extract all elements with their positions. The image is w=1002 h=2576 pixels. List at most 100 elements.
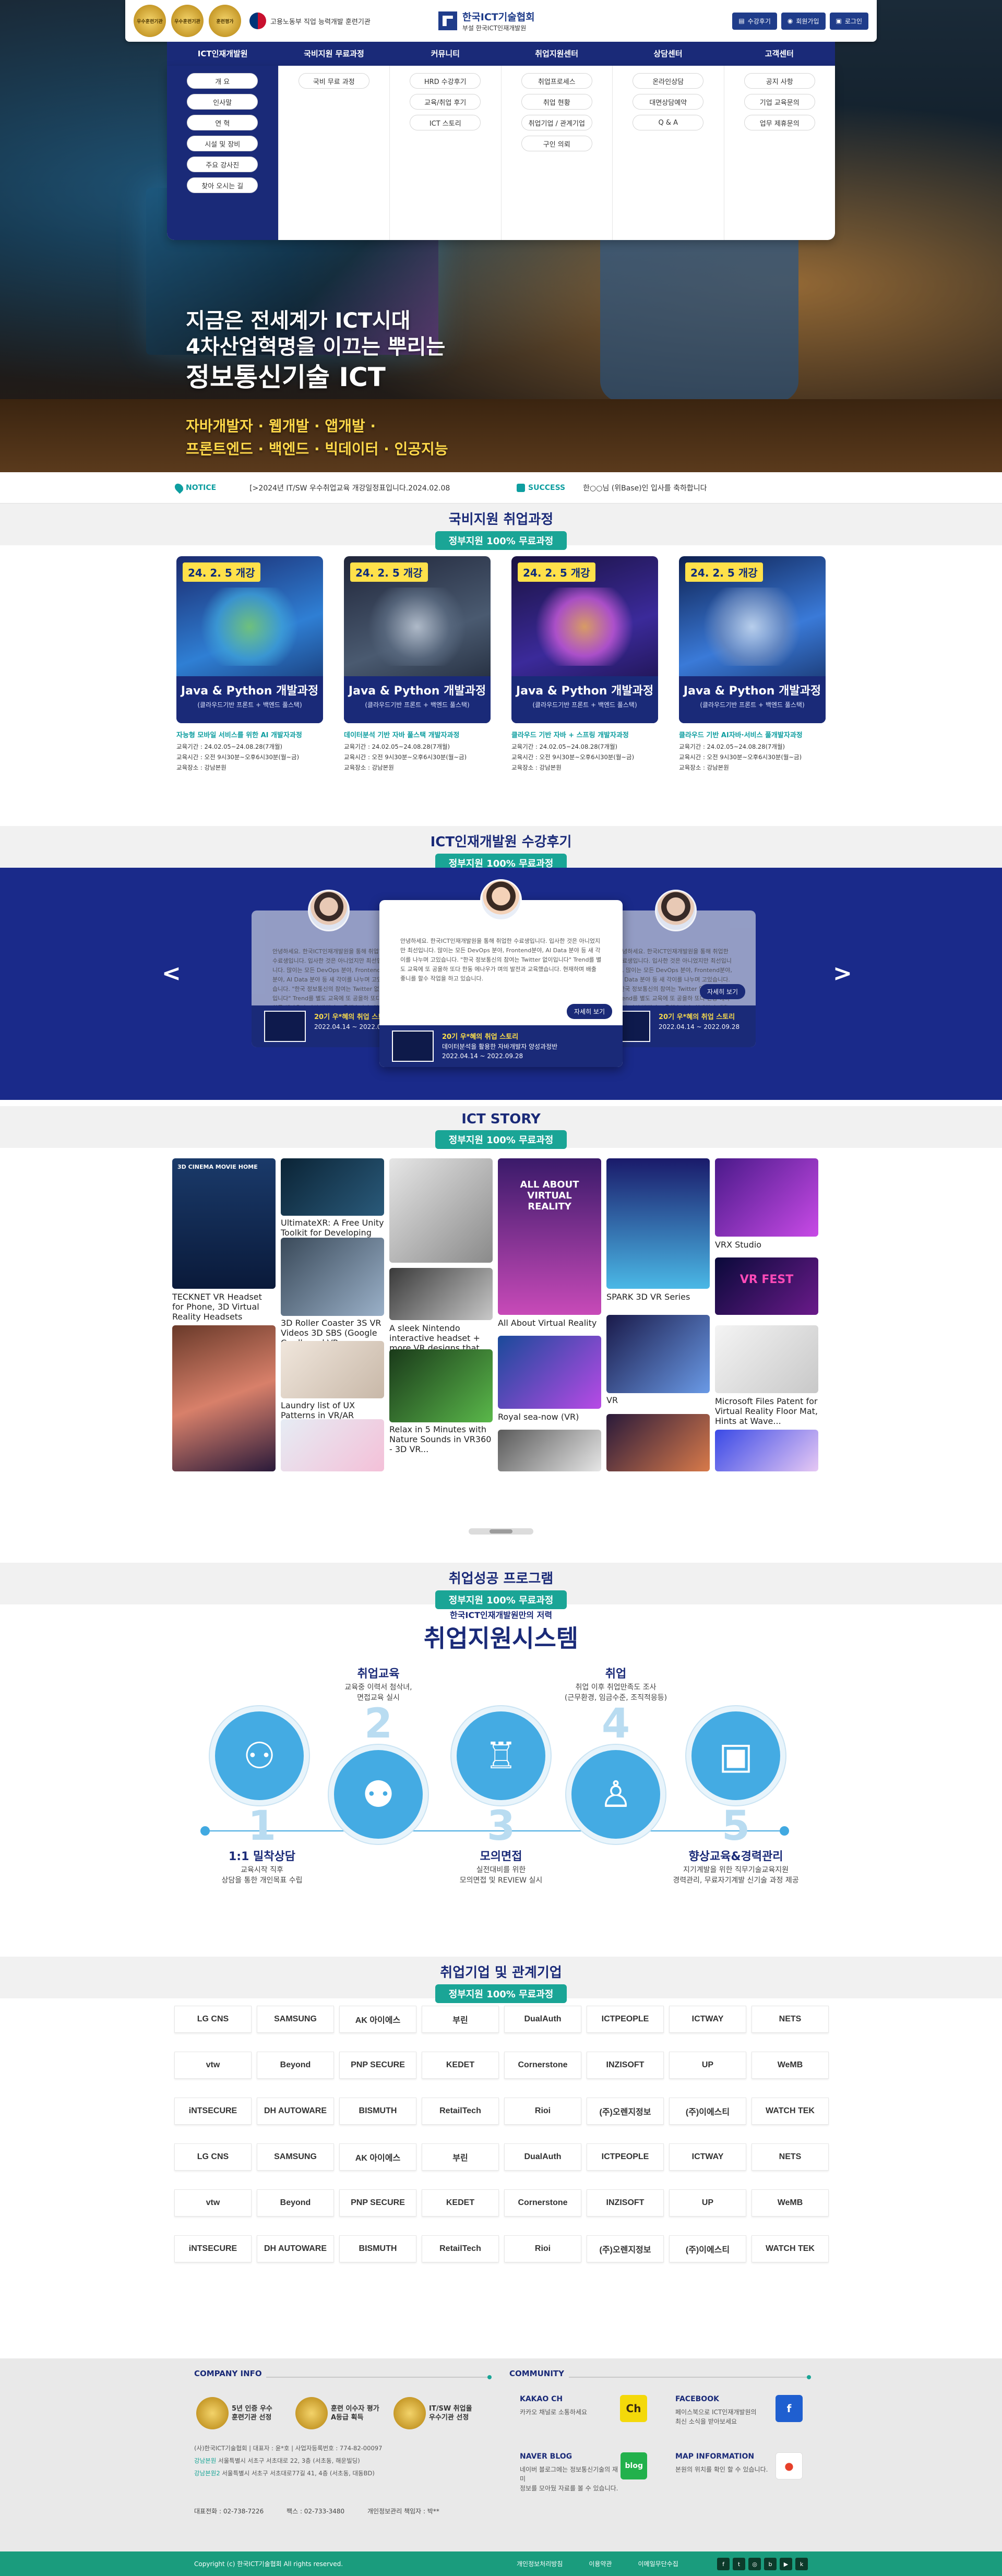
partner-logo[interactable]: PNP SECURE: [339, 2052, 416, 2079]
next-arrow-icon[interactable]: >: [833, 960, 852, 987]
success-block[interactable]: SUCCESS 한○○님 (위Base)인 입사를 축하합니다: [517, 483, 707, 493]
menu-item[interactable]: 국비 무료 과정: [298, 73, 369, 89]
review-button[interactable]: ▤ 수강후기: [732, 12, 777, 30]
story-tile[interactable]: [281, 1158, 384, 1216]
story-tile[interactable]: VR FEST: [715, 1257, 818, 1315]
partner-logo[interactable]: ICTPEOPLE: [587, 2143, 664, 2171]
story-tile[interactable]: [389, 1158, 493, 1263]
menu-item[interactable]: 연 혁: [187, 115, 258, 130]
partner-logo[interactable]: (주)이에스티: [669, 2235, 746, 2262]
kakao-channel[interactable]: KAKAO CH 카카오 채널로 소통하세요 Ch: [520, 2395, 647, 2422]
story-tile[interactable]: [389, 1349, 493, 1422]
course-title[interactable]: 데이터분석 기반 자바 풀스택 개발자과정: [344, 729, 491, 739]
menu-item[interactable]: 기업 교육문의: [744, 94, 815, 110]
partner-logo[interactable]: Beyond: [257, 2189, 334, 2216]
site-logo[interactable]: 한국ICT기술협회 부설 한국ICT인재개발원: [438, 9, 535, 32]
partner-logo[interactable]: LG CNS: [174, 2006, 252, 2033]
story-tile[interactable]: ALL ABOUT VIRTUAL REALITY: [498, 1158, 601, 1315]
menu-item[interactable]: 온라인상담: [633, 73, 704, 89]
menu-item[interactable]: 대면상담예약: [633, 94, 704, 110]
story-tile[interactable]: [281, 1238, 384, 1316]
partner-logo[interactable]: Rioi: [504, 2235, 581, 2262]
partner-logo[interactable]: INZISOFT: [587, 2189, 664, 2216]
story-tile[interactable]: [498, 1336, 601, 1409]
menu-item[interactable]: 취업 현황: [521, 94, 592, 110]
story-scrollbar[interactable]: [469, 1528, 533, 1535]
partner-logo[interactable]: ICTPEOPLE: [587, 2006, 664, 2033]
success-text[interactable]: 한○○님 (위Base)인 입사를 축하합니다: [583, 483, 707, 493]
partner-logo[interactable]: vtw: [174, 2189, 252, 2216]
story-tile[interactable]: [606, 1414, 710, 1471]
menu-item[interactable]: HRD 수강후기: [410, 73, 481, 89]
partner-logo[interactable]: (주)오렌지정보: [587, 2235, 664, 2262]
partner-logo[interactable]: KEDET: [422, 2189, 499, 2216]
nav-customer[interactable]: 고객센터: [724, 42, 835, 66]
instagram-icon[interactable]: ◎: [748, 2558, 761, 2570]
review-card-active[interactable]: 안녕하세요. 한국ICT인재개발원을 통해 취업한 수료생입니다. 입사한 것은…: [379, 879, 623, 1067]
terms-link[interactable]: 이용약관: [589, 2559, 612, 2568]
course-card[interactable]: 24. 2. 5 개강 Java & Python 개발과정 (클라우드기반 프론…: [176, 556, 323, 773]
story-tile[interactable]: [715, 1430, 818, 1471]
menu-item[interactable]: 공지 사항: [744, 73, 815, 89]
menu-item[interactable]: 개 요: [187, 73, 258, 89]
partner-logo[interactable]: ICTWAY: [669, 2143, 746, 2171]
partner-logo[interactable]: RetailTech: [422, 2098, 499, 2125]
partner-logo[interactable]: NETS: [752, 2143, 829, 2171]
partner-logo[interactable]: UP: [669, 2189, 746, 2216]
youtube-icon[interactable]: ▶: [780, 2558, 792, 2570]
partner-logo[interactable]: vtw: [174, 2052, 252, 2079]
partner-logo[interactable]: AK 아이에스: [339, 2143, 416, 2171]
partner-logo[interactable]: SAMSUNG: [257, 2143, 334, 2171]
story-tile[interactable]: [715, 1325, 818, 1393]
partner-logo[interactable]: DualAuth: [504, 2143, 581, 2171]
partner-logo[interactable]: DH AUTOWARE: [257, 2235, 334, 2262]
partner-logo[interactable]: 부린: [422, 2143, 499, 2171]
story-tile[interactable]: [606, 1315, 710, 1393]
partner-logo[interactable]: iNTSECURE: [174, 2098, 252, 2125]
partner-logo[interactable]: PNP SECURE: [339, 2189, 416, 2216]
partner-logo[interactable]: Cornerstone: [504, 2189, 581, 2216]
course-card[interactable]: 24. 2. 5 개강 Java & Python 개발과정 (클라우드기반 프론…: [511, 556, 658, 773]
course-thumbnail[interactable]: 24. 2. 5 개강 Java & Python 개발과정 (클라우드기반 프론…: [344, 556, 491, 723]
partner-logo[interactable]: ICTWAY: [669, 2006, 746, 2033]
twitter-icon[interactable]: t: [733, 2558, 745, 2570]
partner-logo[interactable]: WATCH TEK: [752, 2235, 829, 2262]
course-card[interactable]: 24. 2. 5 개강 Java & Python 개발과정 (클라우드기반 프론…: [344, 556, 491, 773]
partner-logo[interactable]: BISMUTH: [339, 2235, 416, 2262]
menu-item[interactable]: 인사말: [187, 94, 258, 110]
menu-item[interactable]: 구인 의뢰: [521, 136, 592, 151]
menu-item[interactable]: Q & A: [633, 115, 704, 130]
course-thumbnail[interactable]: 24. 2. 5 개강 Java & Python 개발과정 (클라우드기반 프론…: [176, 556, 323, 723]
menu-item[interactable]: 주요 강사진: [187, 157, 258, 172]
kakao-icon[interactable]: k: [795, 2558, 808, 2570]
course-thumbnail[interactable]: 24. 2. 5 개강 Java & Python 개발과정 (클라우드기반 프론…: [679, 556, 826, 723]
menu-item[interactable]: 교육/취업 후기: [410, 94, 481, 110]
partner-logo[interactable]: DualAuth: [504, 2006, 581, 2033]
partner-logo[interactable]: SAMSUNG: [257, 2006, 334, 2033]
story-tile[interactable]: [281, 1341, 384, 1398]
partner-logo[interactable]: (주)오렌지정보: [587, 2098, 664, 2125]
partner-logo[interactable]: BISMUTH: [339, 2098, 416, 2125]
nav-consult[interactable]: 상담센터: [612, 42, 723, 66]
notice-block[interactable]: NOTICE [>2024년 IT/SW 우수취업교육 개강일정표입니다.202…: [173, 482, 450, 494]
menu-item[interactable]: 업무 제휴문의: [744, 115, 815, 130]
partner-logo[interactable]: DH AUTOWARE: [257, 2098, 334, 2125]
facebook-icon[interactable]: f: [717, 2558, 730, 2570]
partner-logo[interactable]: 부린: [422, 2006, 499, 2033]
notice-text[interactable]: [>2024년 IT/SW 우수취업교육 개강일정표입니다.2024.02.08: [249, 483, 450, 493]
course-title[interactable]: 자능형 모바일 서비스를 위한 AI 개발자과정: [176, 729, 323, 739]
menu-item[interactable]: 시설 및 장비: [187, 136, 258, 151]
menu-item[interactable]: ICT 스토리: [410, 115, 481, 130]
menu-item[interactable]: 찾아 오시는 길: [187, 177, 258, 193]
privacy-policy-link[interactable]: 개인정보처리방침: [517, 2559, 563, 2568]
partner-logo[interactable]: INZISOFT: [587, 2052, 664, 2079]
scrollbar-thumb[interactable]: [490, 1529, 512, 1533]
menu-item[interactable]: 취업프로세스: [521, 73, 592, 89]
nav-community[interactable]: 커뮤니티: [390, 42, 501, 66]
signup-button[interactable]: ◉ 회원가입: [781, 12, 826, 30]
partner-logo[interactable]: KEDET: [422, 2052, 499, 2079]
partner-logo[interactable]: Beyond: [257, 2052, 334, 2079]
story-tile[interactable]: [281, 1419, 384, 1471]
story-tile[interactable]: [715, 1158, 818, 1237]
partner-logo[interactable]: NETS: [752, 2006, 829, 2033]
